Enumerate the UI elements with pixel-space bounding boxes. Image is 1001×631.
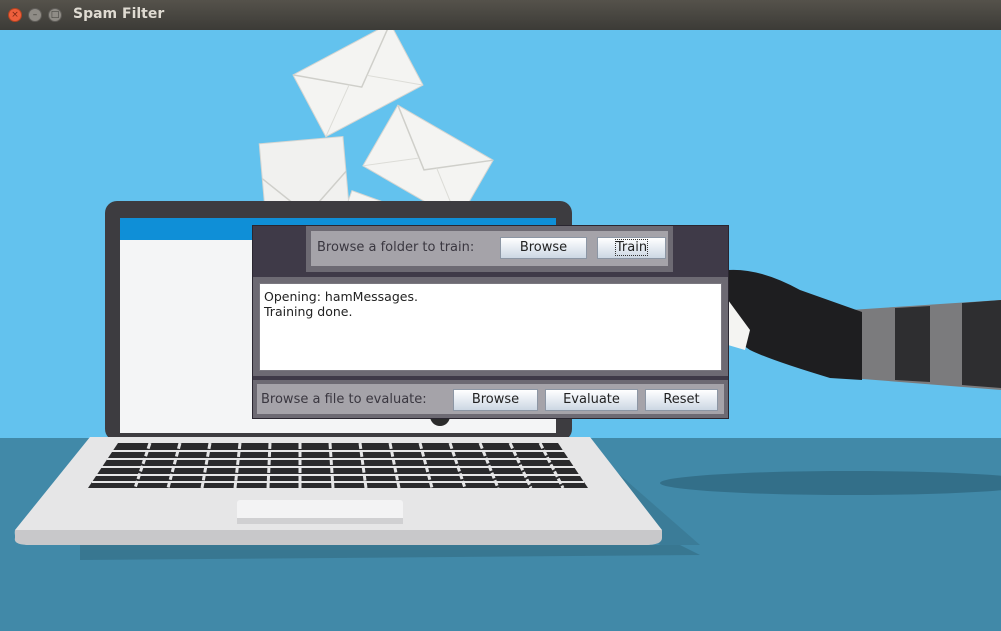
window-title: Spam Filter: [73, 6, 165, 22]
train-folder-label: Browse a folder to train:: [317, 240, 475, 255]
evaluate-browse-button[interactable]: Browse: [453, 389, 538, 411]
minimize-window-button[interactable]: –: [28, 8, 42, 22]
title-bar: × – □ Spam Filter: [0, 0, 1001, 31]
evaluate-file-label: Browse a file to evaluate:: [261, 392, 427, 407]
evaluate-button[interactable]: Evaluate: [545, 389, 638, 411]
log-textarea[interactable]: Opening: hamMessages. Training done.: [259, 283, 722, 371]
close-window-button[interactable]: ×: [8, 8, 22, 22]
train-browse-button[interactable]: Browse: [500, 237, 587, 259]
train-browse-button-label: Browse: [519, 240, 568, 255]
train-button-label: Train: [614, 239, 649, 256]
reset-button[interactable]: Reset: [645, 389, 718, 411]
maximize-window-button[interactable]: □: [48, 8, 62, 22]
evaluate-button-label: Evaluate: [563, 392, 620, 407]
train-button[interactable]: Train: [597, 237, 666, 259]
evaluate-browse-button-label: Browse: [471, 392, 520, 407]
reset-button-label: Reset: [663, 392, 700, 407]
